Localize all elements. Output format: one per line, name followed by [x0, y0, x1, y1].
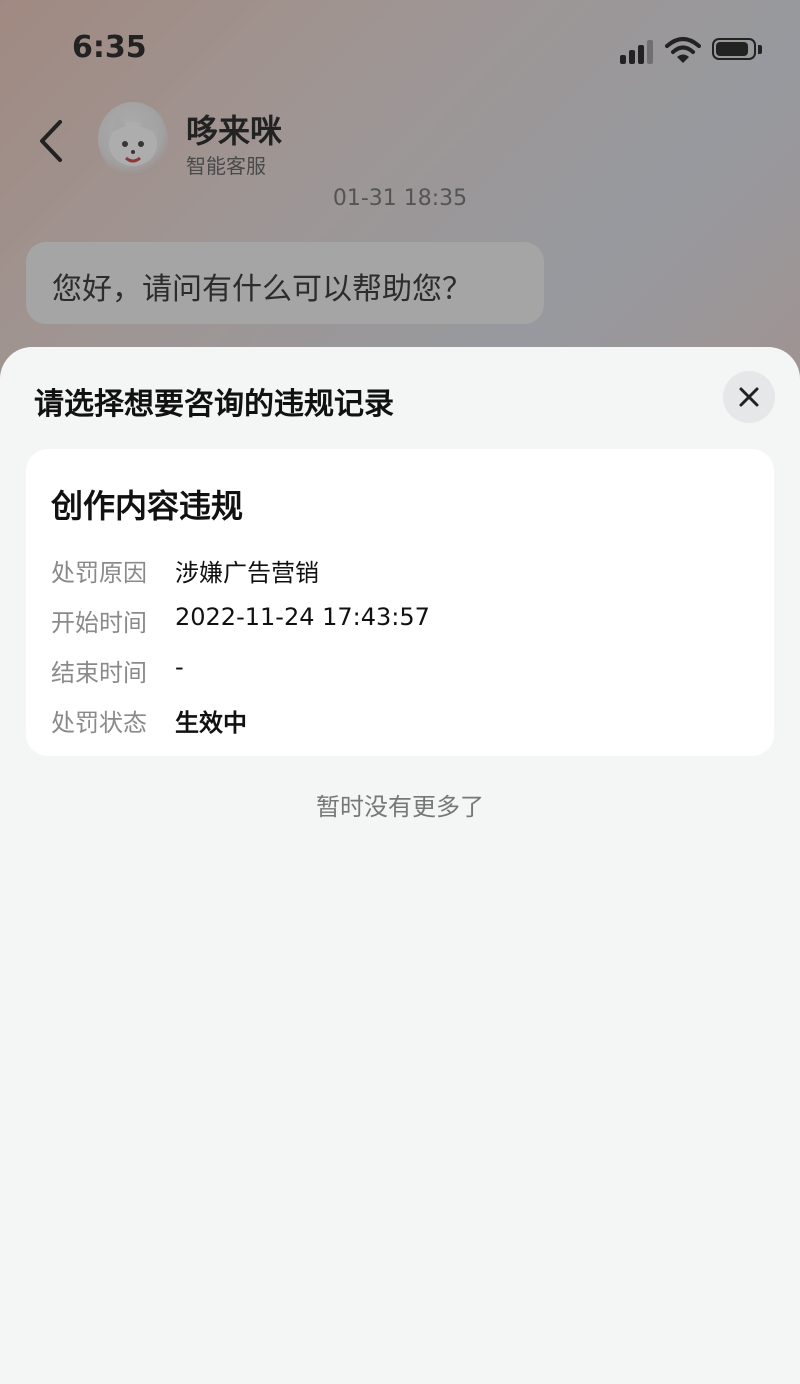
record-label: 处罚状态 [51, 709, 147, 737]
record-label: 开始时间 [51, 609, 147, 637]
no-more-text: 暂时没有更多了 [316, 793, 484, 821]
close-button[interactable] [723, 371, 775, 423]
sheet-title: 请选择想要咨询的违规记录 [34, 387, 394, 422]
status-badge: 生效中 [175, 709, 247, 737]
record-title: 创作内容违规 [51, 487, 244, 525]
violation-record-sheet: 请选择想要咨询的违规记录 创作内容违规 处罚原因 涉嫌广告营销 开始时间 202… [0, 347, 800, 1384]
violation-record-card[interactable]: 创作内容违规 处罚原因 涉嫌广告营销 开始时间 2022-11-24 17:43… [26, 449, 774, 756]
record-label: 处罚原因 [51, 559, 147, 587]
record-value: - [175, 653, 184, 681]
record-label: 结束时间 [51, 659, 147, 687]
record-value: 涉嫌广告营销 [175, 559, 319, 587]
record-value: 2022-11-24 17:43:57 [175, 603, 430, 631]
close-icon [739, 387, 759, 407]
